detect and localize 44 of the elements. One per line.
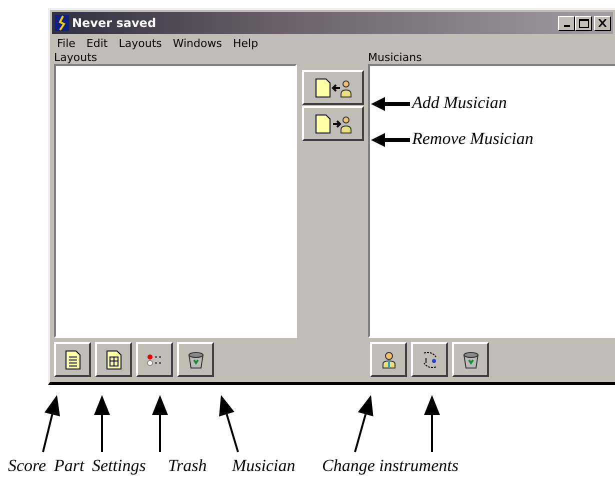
close-button[interactable] — [594, 16, 611, 30]
menu-item[interactable]: Layouts — [114, 36, 168, 50]
annotation-label: Score — [8, 455, 46, 477]
menu-item[interactable]: File — [52, 36, 82, 50]
add-person-icon — [314, 78, 352, 98]
arrow — [424, 395, 440, 452]
annotation-label: Part — [54, 455, 84, 477]
change-instruments-button[interactable] — [411, 342, 448, 377]
panel-label: Layouts — [54, 52, 98, 64]
settings-button[interactable] — [136, 342, 173, 377]
annotation-label: Settings — [92, 455, 146, 477]
arrow — [371, 97, 410, 111]
add-musician-button[interactable] — [302, 70, 364, 105]
settings-icon — [146, 352, 164, 368]
panel-label: Musicians — [368, 52, 423, 64]
musicians-list[interactable] — [368, 64, 615, 338]
score-button[interactable] — [54, 342, 91, 377]
arrow — [94, 395, 110, 452]
close-icon — [598, 19, 607, 27]
annotation-label: Musician — [232, 455, 296, 477]
annotation-label: Remove Musician — [412, 128, 534, 150]
menu-item[interactable]: Edit — [81, 36, 114, 50]
menu-item[interactable]: Help — [228, 36, 264, 50]
arrow — [371, 133, 410, 147]
annotation-label: Change instruments — [322, 455, 458, 477]
document-icon — [64, 350, 82, 370]
minimize-button[interactable] — [558, 16, 575, 30]
maximize-button[interactable] — [575, 16, 592, 30]
trash-button[interactable] — [452, 342, 489, 377]
maximize-icon — [578, 18, 588, 28]
table-icon — [104, 350, 122, 370]
window-title: Never saved — [72, 16, 156, 30]
trash-icon — [460, 350, 480, 370]
trash-icon — [186, 350, 206, 370]
annotation-label: Add Musician — [412, 92, 507, 114]
musician-button[interactable] — [370, 342, 407, 377]
menu-item[interactable]: Windows — [168, 36, 228, 50]
trash-button[interactable] — [177, 342, 214, 377]
part-button[interactable] — [95, 342, 132, 377]
annotation-label: Trash — [168, 455, 207, 477]
arrow — [152, 395, 168, 452]
remove-musician-button[interactable] — [302, 106, 364, 141]
remove-person-icon — [314, 114, 352, 134]
person-icon — [380, 350, 396, 368]
